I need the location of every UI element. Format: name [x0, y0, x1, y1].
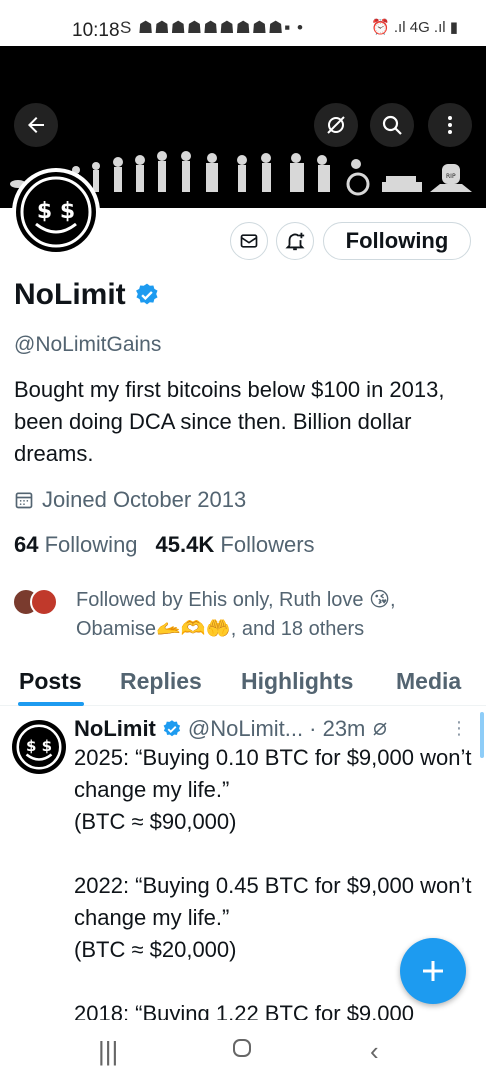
notification-icons: S ☗☗☗☗☗☗☗☗☗▪ •	[120, 18, 304, 37]
mail-icon	[240, 234, 258, 248]
following-label: Following	[44, 532, 138, 557]
more-options-button[interactable]	[428, 103, 472, 147]
post-author-handle[interactable]: @NoLimit...	[188, 716, 303, 742]
active-tab-indicator	[18, 702, 84, 706]
followers-count: 45.4K	[155, 532, 215, 557]
post-header: NoLimit @NoLimit... · 23m	[74, 716, 389, 742]
money-face-icon: $ $	[20, 176, 92, 248]
following-stat[interactable]: 64 Following	[14, 532, 138, 558]
joined-date-row: Joined October 2013	[14, 487, 246, 513]
tab-media[interactable]: Media	[396, 668, 461, 695]
post-author-name[interactable]: NoLimit	[74, 716, 156, 742]
avatar: $ $	[16, 172, 96, 252]
post-time[interactable]: · 23m	[309, 716, 365, 742]
grok-button[interactable]	[314, 103, 358, 147]
recent-apps-icon[interactable]: |||	[98, 1036, 118, 1067]
system-nav-bar: ||| ‹	[0, 1022, 486, 1080]
status-bar: 10:18 S ☗☗☗☗☗☗☗☗☗▪ • ⏰ .ıl 4G .ıl ▮	[0, 0, 486, 46]
followers-label: Followers	[220, 532, 315, 557]
system-icons: ⏰ .ıl 4G .ıl ▮	[371, 19, 458, 36]
joined-date: Joined October 2013	[42, 487, 247, 512]
search-icon	[382, 115, 402, 135]
money-face-icon: $ $	[16, 724, 62, 770]
verified-badge-icon	[135, 283, 158, 305]
compose-post-button[interactable]	[400, 938, 466, 1004]
home-circle-icon	[233, 1039, 251, 1057]
display-name: NoLimit	[14, 278, 126, 311]
profile-bio: Bought my first bitcoins below $100 in 2…	[14, 377, 445, 466]
followers-stat[interactable]: 45.4K Followers	[156, 532, 315, 558]
profile-handle: @NoLimitGains	[14, 333, 162, 356]
home-icon[interactable]	[230, 1036, 254, 1067]
avatar-dollar-eyes: $ $	[37, 199, 75, 224]
mutual-avatars	[12, 588, 68, 616]
tab-replies[interactable]: Replies	[120, 668, 202, 695]
tab-posts[interactable]: Posts	[19, 668, 82, 695]
profile-avatar[interactable]: $ $	[12, 168, 100, 256]
calendar-icon	[15, 492, 33, 509]
post-avatar[interactable]: $ $	[12, 720, 66, 774]
plus-icon	[423, 961, 443, 981]
profile-tabs: Posts Replies Highlights Media	[0, 660, 486, 706]
bell-plus-icon	[285, 232, 305, 251]
search-button[interactable]	[370, 103, 414, 147]
arrow-left-icon	[28, 117, 44, 133]
back-button[interactable]	[14, 103, 58, 147]
verified-badge-icon	[163, 720, 180, 737]
post-more-icon[interactable]: ⋮	[450, 718, 468, 739]
following-button[interactable]: Following	[323, 222, 471, 260]
message-button[interactable]	[230, 222, 268, 260]
followed-by-row[interactable]: Followed by Ehis only, Ruth love 😘, Obam…	[12, 586, 478, 644]
tab-highlights[interactable]: Highlights	[241, 668, 353, 695]
status-time: 10:18	[72, 20, 120, 41]
profile-name-row: NoLimit	[14, 278, 160, 312]
notifications-button[interactable]	[276, 222, 314, 260]
more-vertical-icon	[448, 116, 452, 134]
mutual-avatar	[30, 588, 58, 616]
scroll-indicator	[480, 712, 484, 758]
grok-icon[interactable]	[371, 720, 389, 738]
grok-icon	[327, 116, 345, 134]
post-avatar-dollar-eyes: $ $	[26, 737, 52, 755]
rip-text: RIP	[446, 173, 456, 180]
following-count: 64	[14, 532, 39, 557]
follow-stats: 64 Following 45.4K Followers	[14, 532, 315, 558]
back-nav-icon[interactable]: ‹	[370, 1036, 379, 1067]
followed-by-text: Followed by Ehis only, Ruth love 😘, Obam…	[76, 589, 396, 640]
